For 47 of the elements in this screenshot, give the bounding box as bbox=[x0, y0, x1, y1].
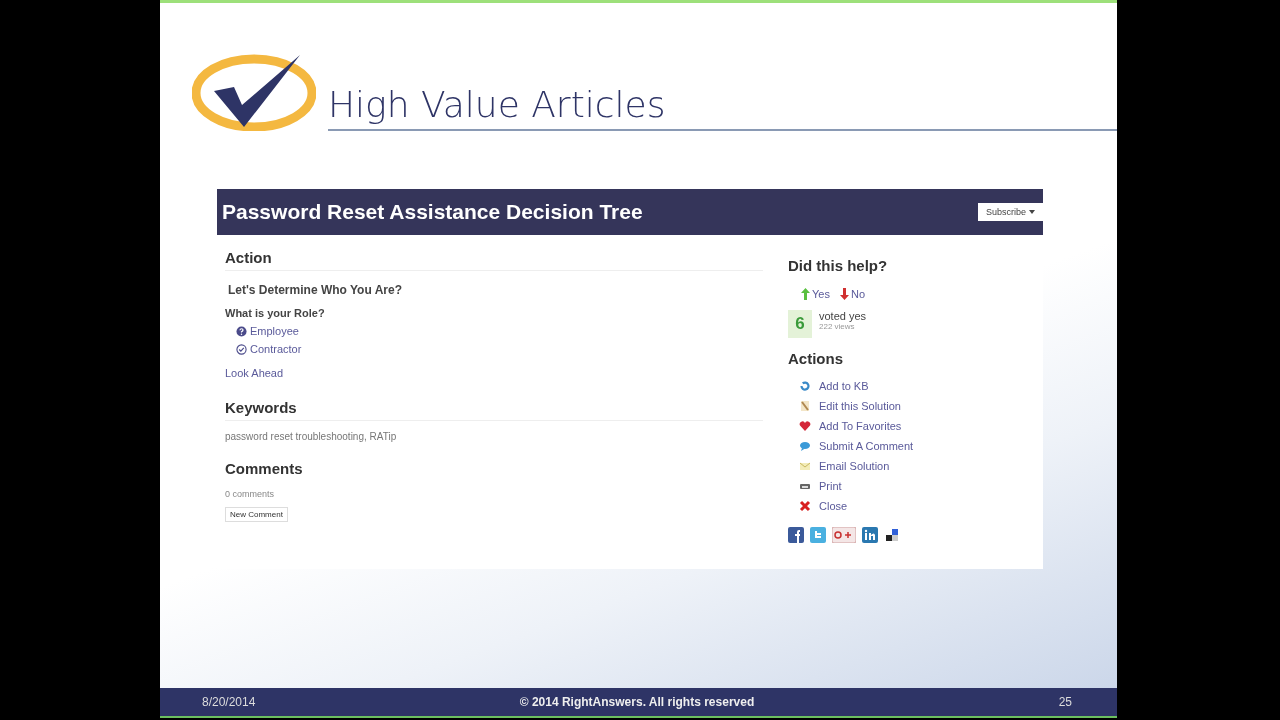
action-link[interactable]: Add To Favorites bbox=[799, 419, 914, 433]
close-icon bbox=[799, 500, 811, 512]
answer-link[interactable]: Contractor bbox=[236, 343, 302, 355]
linkedin-icon[interactable] bbox=[862, 527, 878, 543]
comment-count: 0 comments bbox=[225, 489, 275, 499]
vote-label: voted yes bbox=[819, 310, 867, 322]
new-comment-button[interactable]: New Comment bbox=[225, 507, 288, 522]
plus-one-icon[interactable] bbox=[832, 527, 856, 543]
facebook-icon[interactable] bbox=[788, 527, 804, 543]
down-arrow-icon bbox=[839, 288, 849, 300]
section-heading: Comments bbox=[225, 460, 303, 477]
heart-icon bbox=[799, 420, 811, 432]
vote-no-link[interactable]: No bbox=[839, 288, 865, 300]
answer-link[interactable]: Employee bbox=[236, 325, 299, 337]
section-heading: Action bbox=[225, 249, 272, 266]
squares-icon[interactable] bbox=[884, 527, 900, 543]
section-heading: Did this help? bbox=[788, 257, 888, 274]
caret-icon bbox=[1029, 210, 1035, 214]
look-ahead-link[interactable]: Look Ahead bbox=[225, 367, 284, 379]
subscribe-button[interactable]: Subscribe bbox=[977, 203, 1043, 221]
question-icon bbox=[236, 325, 247, 337]
action-link[interactable]: Submit A Comment bbox=[799, 439, 914, 453]
page-number: 25 bbox=[1057, 695, 1072, 709]
vote-count: 6 bbox=[788, 310, 812, 338]
up-arrow-icon bbox=[801, 288, 810, 300]
refresh-icon bbox=[799, 380, 811, 392]
section-heading: Actions bbox=[788, 350, 843, 367]
action-link[interactable]: Print bbox=[799, 479, 914, 493]
action-link[interactable]: Add to KB bbox=[799, 379, 914, 393]
view-count: 222 views bbox=[819, 322, 856, 331]
action-link[interactable]: Email Solution bbox=[799, 459, 914, 473]
footer-copyright: © 2014 RightAnswers. All rights reserved bbox=[518, 695, 756, 709]
action-link[interactable]: Close bbox=[799, 499, 914, 513]
question-title: Let's Determine Who You Are? bbox=[228, 283, 402, 297]
footer-date: 8/20/2014 bbox=[202, 695, 257, 709]
pencil-icon bbox=[799, 400, 811, 412]
section-heading: Keywords bbox=[225, 399, 297, 416]
check-circle-icon bbox=[236, 343, 247, 355]
vote-yes-link[interactable]: Yes bbox=[801, 288, 830, 300]
envelope-icon bbox=[799, 460, 811, 472]
speech-bubble-icon bbox=[799, 440, 811, 452]
question-prompt: What is your Role? bbox=[225, 307, 325, 319]
slide-title: High Value Articles bbox=[328, 84, 666, 125]
action-link[interactable]: Edit this Solution bbox=[799, 399, 914, 413]
checkmark-logo-icon bbox=[192, 53, 316, 131]
keywords-text: password reset troubleshooting, RATip bbox=[225, 431, 397, 442]
article-title: Password Reset Assistance Decision Tree bbox=[222, 200, 643, 224]
